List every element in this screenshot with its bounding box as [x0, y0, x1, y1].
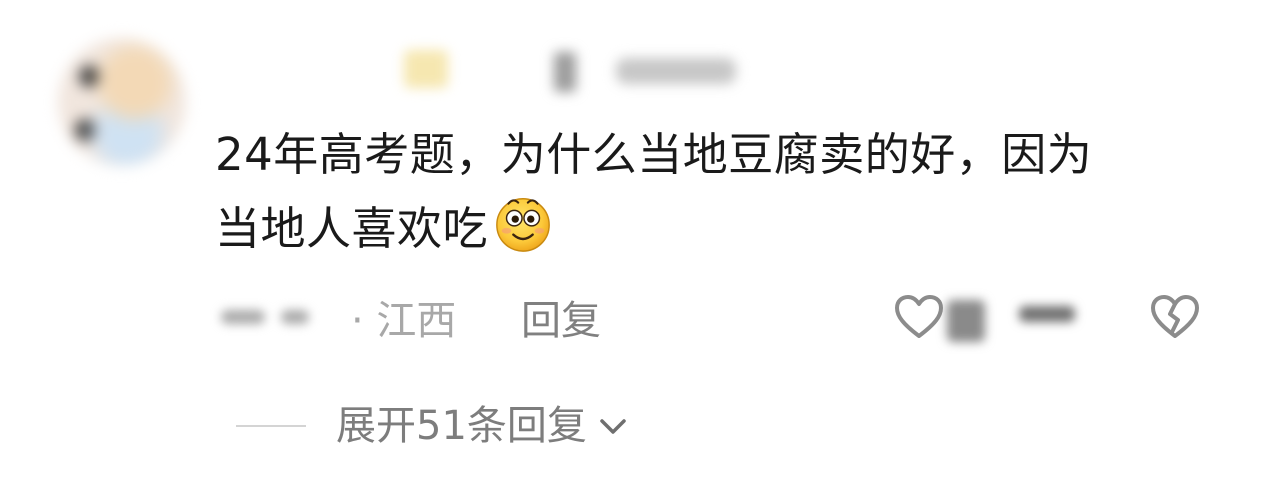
avatar[interactable]: [58, 38, 186, 166]
username-blurred[interactable]: [396, 44, 756, 100]
comment-text: 24年高考题，为什么当地豆腐卖的好，因为 当地人喜欢吃: [215, 118, 1225, 266]
location-label: · 江西: [351, 298, 457, 344]
expand-replies-button[interactable]: 展开51条回复: [336, 398, 631, 454]
smile-emoji-icon: [496, 198, 550, 252]
date-blurred: [215, 304, 321, 330]
broken-heart-icon[interactable]: [1149, 292, 1201, 344]
chevron-down-icon: [600, 419, 626, 434]
reply-button[interactable]: 回复: [521, 295, 601, 347]
expand-replies-label: 展开51条回复: [336, 403, 587, 449]
heart-outline-icon[interactable]: [893, 292, 945, 344]
comment-text-line2: 当地人喜欢吃: [215, 202, 489, 255]
comment-meta-row: · 江西 回复: [215, 292, 1255, 352]
expand-replies-row: 展开51条回复: [236, 398, 736, 454]
like-count-blurred: [939, 296, 1079, 346]
comment-text-line1: 24年高考题，为什么当地豆腐卖的好，因为: [215, 128, 1093, 181]
divider-line: [236, 425, 306, 427]
